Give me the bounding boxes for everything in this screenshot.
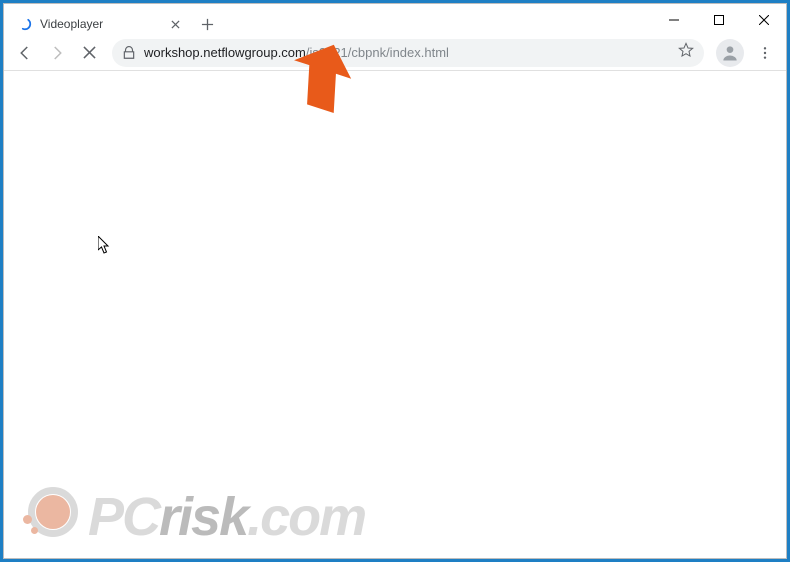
tab-close-button[interactable]: [168, 17, 182, 31]
loading-spinner-icon: [18, 17, 32, 31]
browser-tab[interactable]: Videoplayer: [10, 10, 190, 38]
address-bar[interactable]: workshop.netflowgroup.com/js2/t21/cbpnk/…: [112, 39, 704, 67]
url-path: /js2/t21/cbpnk/index.html: [306, 45, 449, 60]
window-controls: [651, 4, 786, 35]
menu-button[interactable]: [750, 38, 780, 68]
new-tab-button[interactable]: [194, 11, 220, 37]
minimize-button[interactable]: [651, 4, 696, 35]
toolbar: workshop.netflowgroup.com/js2/t21/cbpnk/…: [4, 35, 786, 71]
close-window-button[interactable]: [741, 4, 786, 35]
profile-button[interactable]: [716, 39, 744, 67]
forward-button[interactable]: [42, 38, 72, 68]
back-button[interactable]: [10, 38, 40, 68]
titlebar: Videoplayer: [4, 4, 786, 35]
url-host: workshop.netflowgroup.com: [144, 45, 306, 60]
tab-strip: Videoplayer: [4, 4, 220, 35]
page-content: [4, 71, 786, 558]
tab-title: Videoplayer: [40, 17, 168, 31]
bookmark-star-icon[interactable]: [678, 42, 694, 63]
url-text: workshop.netflowgroup.com/js2/t21/cbpnk/…: [144, 44, 449, 62]
lock-icon: [122, 46, 136, 60]
browser-window: Videoplayer: [3, 3, 787, 559]
maximize-button[interactable]: [696, 4, 741, 35]
stop-reload-button[interactable]: [74, 38, 104, 68]
